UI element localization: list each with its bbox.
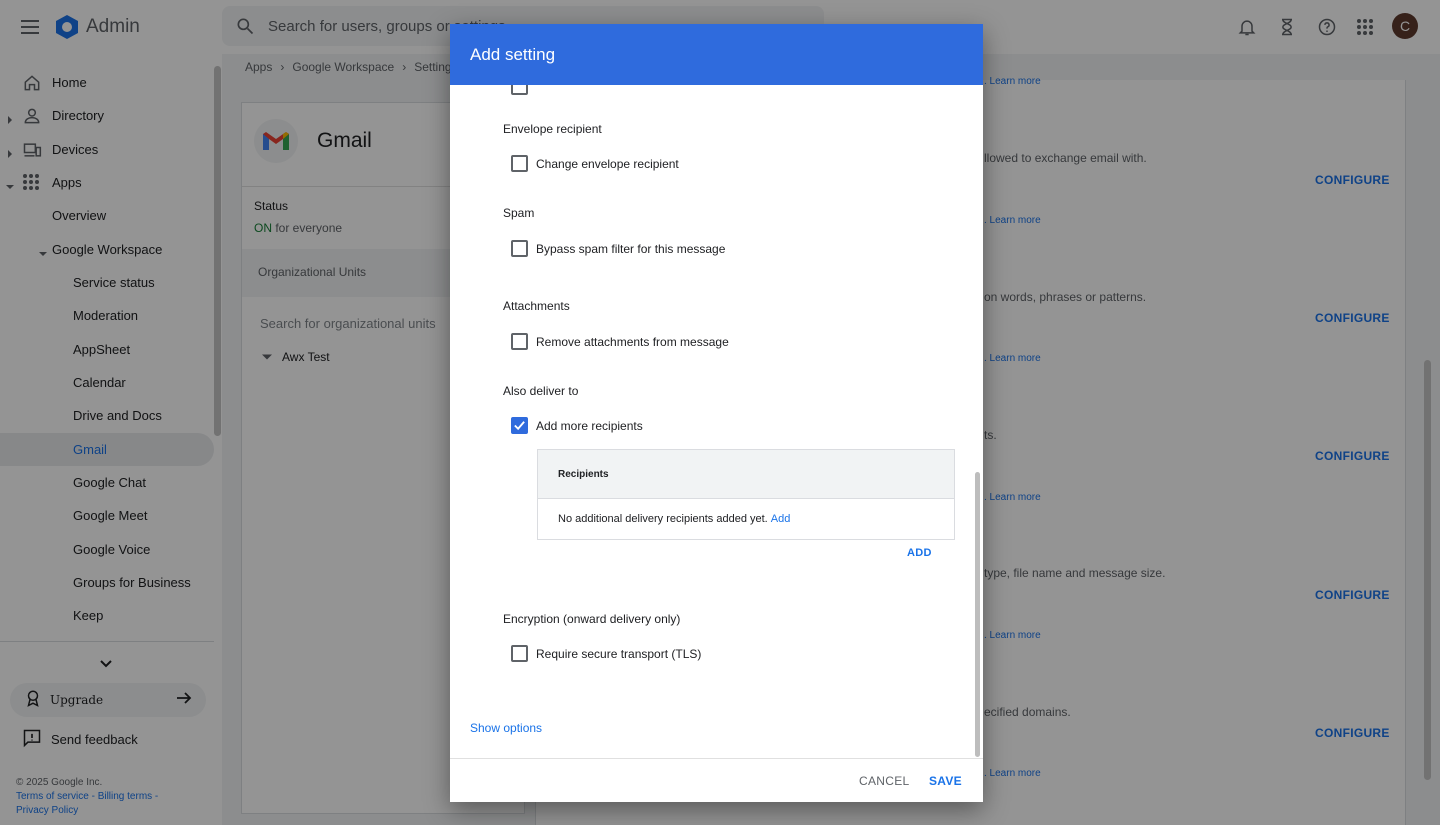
cancel-button[interactable]: CANCEL — [859, 774, 909, 788]
recipients-table: Recipients No additional delivery recipi… — [537, 449, 955, 540]
save-button[interactable]: SAVE — [929, 774, 962, 788]
section-title: Spam — [503, 206, 535, 220]
recipients-header: Recipients — [538, 450, 954, 499]
checkbox[interactable] — [511, 85, 528, 95]
checkmark-icon — [514, 421, 525, 431]
dialog-title: Add setting — [470, 45, 556, 64]
bypass-spam-filter-checkbox[interactable] — [511, 240, 528, 257]
option-label: Add more recipients — [536, 418, 643, 433]
add-more-recipients-option[interactable]: Add more recipients — [511, 417, 643, 434]
change-envelope-recipient-checkbox[interactable] — [511, 155, 528, 172]
add-more-recipients-checkbox[interactable] — [511, 417, 528, 434]
dialog-scrollbar[interactable] — [975, 472, 980, 757]
add-recipient-link[interactable]: Add — [771, 513, 791, 525]
remove-attachments-checkbox[interactable] — [511, 333, 528, 350]
section-title: Also deliver to — [503, 384, 579, 398]
dialog-body: Envelope recipient Change envelope recip… — [450, 85, 983, 758]
add-setting-dialog: Add setting Envelope recipient Change en… — [450, 24, 983, 802]
dialog-footer: CANCEL SAVE — [450, 758, 983, 802]
recipients-empty-row: No additional delivery recipients added … — [538, 499, 954, 539]
option-label: Change envelope recipient — [536, 156, 679, 171]
section-title: Encryption (onward delivery only) — [503, 612, 681, 626]
add-recipient-button[interactable]: ADD — [907, 547, 932, 559]
show-options-link[interactable]: Show options — [470, 721, 542, 735]
dialog-header: Add setting — [450, 24, 983, 85]
change-envelope-recipient-option[interactable]: Change envelope recipient — [511, 155, 679, 172]
option-label: Bypass spam filter for this message — [536, 241, 726, 256]
bypass-spam-filter-option[interactable]: Bypass spam filter for this message — [511, 240, 725, 257]
require-tls-checkbox[interactable] — [511, 645, 528, 662]
section-title: Attachments — [503, 299, 570, 313]
section-title: Envelope recipient — [503, 122, 602, 136]
option-label: Require secure transport (TLS) — [536, 646, 702, 661]
remove-attachments-option[interactable]: Remove attachments from message — [511, 333, 729, 350]
require-tls-option[interactable]: Require secure transport (TLS) — [511, 645, 701, 662]
option-label: Remove attachments from message — [536, 334, 729, 349]
empty-message: No additional delivery recipients added … — [558, 513, 768, 525]
